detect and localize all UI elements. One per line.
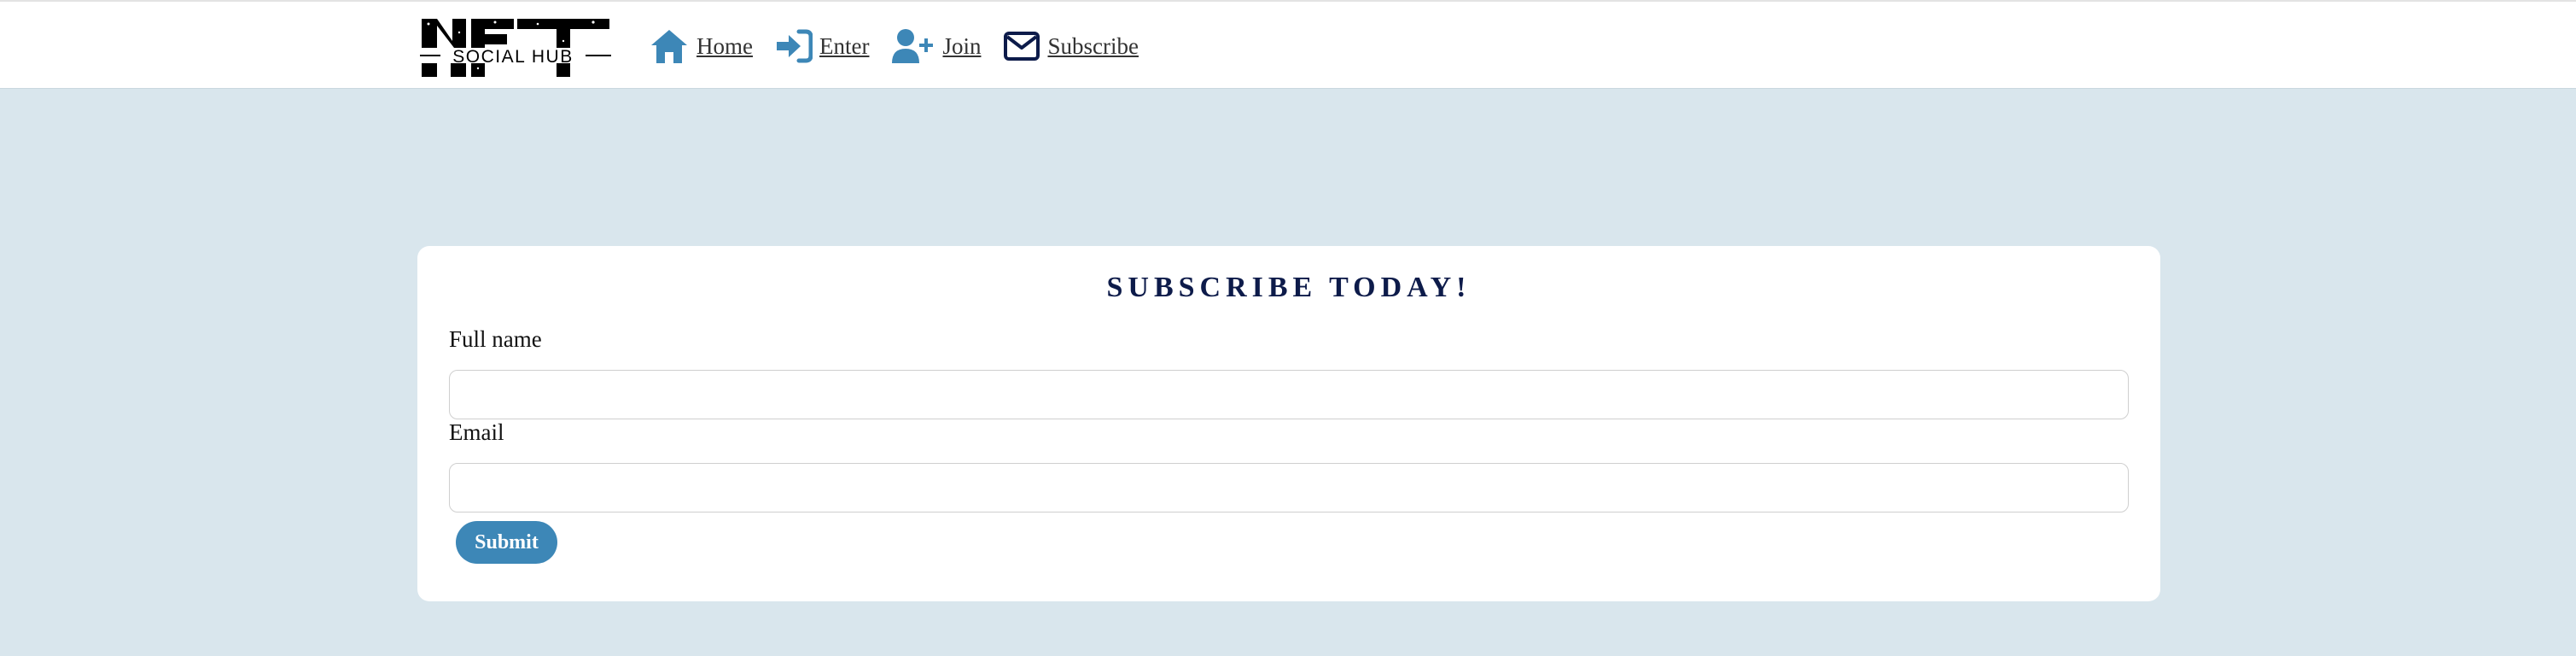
top-navbar: SOCIAL HUB Home Enter Join Subscribe [0,0,2576,89]
home-icon [649,27,690,65]
nav-join-label: Join [942,32,982,59]
sign-in-icon [775,28,813,64]
user-plus-icon [891,27,935,65]
nav-enter-label: Enter [819,32,870,59]
full-name-label: Full name [449,326,542,352]
nft-social-hub-logo[interactable]: SOCIAL HUB [418,15,613,79]
submit-button[interactable]: Submit [456,521,557,564]
form-title: SUBSCRIBE TODAY! [1106,272,1472,303]
nav-home-label: Home [696,32,753,59]
envelope-icon [1003,31,1040,62]
nav-home-link[interactable]: Home [649,27,753,65]
full-name-input[interactable] [449,370,2129,419]
email-input[interactable] [449,463,2129,512]
nav-subscribe-link[interactable]: Subscribe [1003,31,1139,62]
nav-enter-link[interactable]: Enter [775,28,869,64]
nav-subscribe-label: Subscribe [1047,32,1139,59]
nav-join-link[interactable]: Join [891,27,981,65]
email-label: Email [449,419,504,445]
logo-text: SOCIAL HUB [452,47,573,67]
subscribe-card: SUBSCRIBE TODAY! Full name Email Submit [417,246,2160,601]
main-nav: Home Enter Join Subscribe [649,24,1161,68]
